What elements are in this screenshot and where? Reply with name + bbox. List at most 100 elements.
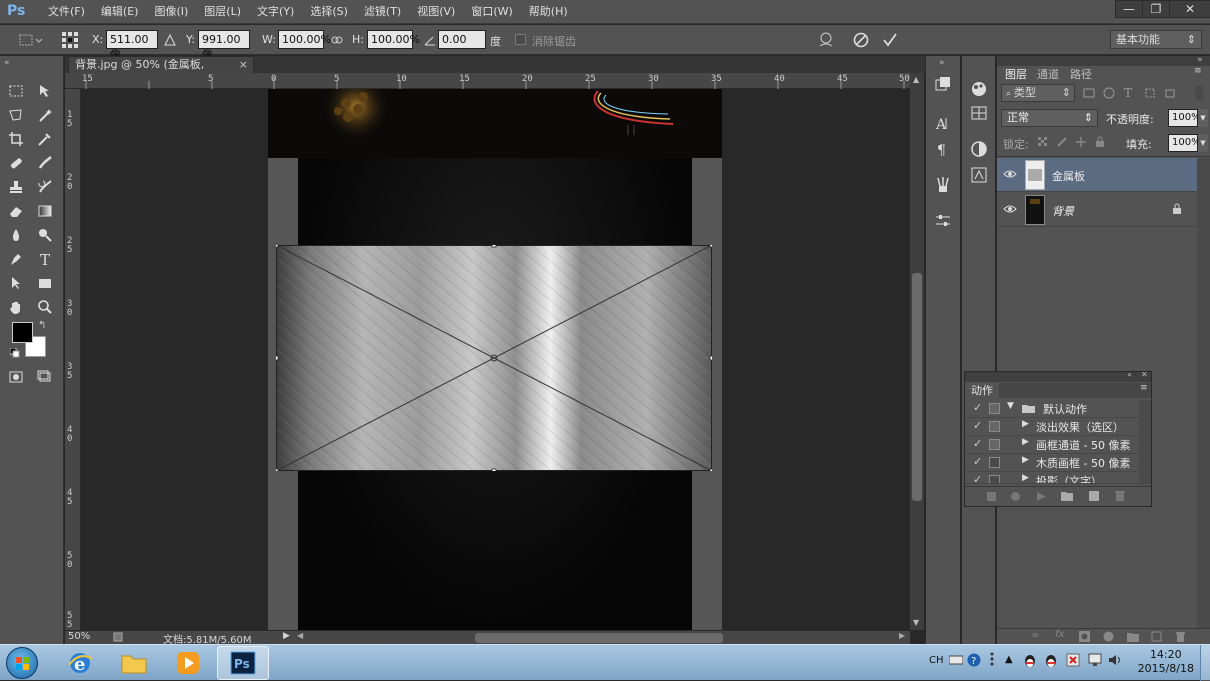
screen-mode-icon[interactable] xyxy=(34,366,56,388)
actions-scrollbar[interactable] xyxy=(1139,400,1151,484)
network-icon[interactable] xyxy=(1088,653,1102,667)
add-mask-icon[interactable] xyxy=(1079,631,1090,642)
filter-toggle[interactable] xyxy=(1195,86,1203,100)
scroll-right-icon[interactable]: ▶ xyxy=(899,631,905,640)
check-icon[interactable]: ✓ xyxy=(973,473,982,483)
move-tool-preset-icon[interactable] xyxy=(18,32,44,48)
brush-tool-icon[interactable] xyxy=(34,152,56,174)
minimize-button[interactable]: — xyxy=(1115,0,1143,18)
document-tab[interactable]: 背景.jpg @ 50% (金属板, RGB/8#) × xyxy=(68,56,254,86)
swap-colors-icon[interactable]: ↰ xyxy=(38,320,46,331)
eye-icon[interactable] xyxy=(1003,203,1017,215)
opacity-dropdown-icon[interactable]: ▼ xyxy=(1198,109,1208,127)
check-icon[interactable]: ✓ xyxy=(973,437,982,450)
input-language[interactable]: CH xyxy=(929,655,944,666)
start-button[interactable] xyxy=(6,647,38,679)
antialias-checkbox[interactable] xyxy=(515,34,526,45)
cancel-transform-icon[interactable] xyxy=(852,31,870,49)
expand-arrow-icon[interactable]: ▶ xyxy=(1022,473,1029,483)
move-tool-icon[interactable] xyxy=(34,80,56,102)
security-icon[interactable] xyxy=(1066,653,1080,667)
angle-field[interactable]: 0.00 xyxy=(438,30,486,49)
delta-icon[interactable] xyxy=(164,34,176,46)
type-tool-icon[interactable]: T xyxy=(34,248,56,270)
scroll-left-icon[interactable]: ◀ xyxy=(297,631,303,640)
tab-actions[interactable]: 动作 xyxy=(965,383,999,398)
path-selection-tool-icon[interactable] xyxy=(5,272,27,294)
workspace-select[interactable]: 基本功能 ⇕ xyxy=(1110,30,1202,49)
scroll-up-icon[interactable]: ▲ xyxy=(913,75,919,84)
expand-arrow-icon[interactable]: ▶ xyxy=(1022,437,1029,447)
stop-icon[interactable] xyxy=(987,492,996,501)
marquee-tool-icon[interactable] xyxy=(5,80,27,102)
action-item[interactable]: ✓ ▶ 淡出效果（选区） xyxy=(965,418,1139,436)
record-icon[interactable] xyxy=(1011,492,1020,501)
check-icon[interactable]: ✓ xyxy=(973,401,982,414)
status-menu-arrow-icon[interactable]: ▶ xyxy=(283,631,290,641)
volume-icon[interactable] xyxy=(1108,653,1122,667)
canvas-vertical-scrollbar[interactable]: ▲ ▼ xyxy=(910,73,924,630)
filter-shape-icon[interactable] xyxy=(1144,87,1156,99)
panel-menu-icon[interactable]: ≡ xyxy=(1194,66,1202,76)
height-field[interactable]: 100.00% xyxy=(367,30,420,49)
eraser-tool-icon[interactable] xyxy=(5,200,27,222)
new-layer-icon[interactable] xyxy=(1151,631,1162,642)
zoom-level[interactable]: 50% xyxy=(68,631,90,642)
check-icon[interactable]: ✓ xyxy=(973,419,982,432)
play-icon[interactable] xyxy=(1037,492,1046,501)
expand-dock-icon[interactable]: » xyxy=(939,58,945,68)
fill-dropdown-icon[interactable]: ▼ xyxy=(1198,134,1208,152)
menu-select[interactable]: 选择(S) xyxy=(302,0,356,24)
menu-type[interactable]: 文字(Y) xyxy=(249,0,302,24)
gradient-tool-icon[interactable] xyxy=(34,200,56,222)
grid-panel-icon[interactable] xyxy=(970,104,988,122)
horizontal-scroll-thumb[interactable] xyxy=(475,633,723,643)
eye-icon[interactable] xyxy=(1003,168,1017,180)
action-item[interactable]: ✓ ▶ 画框通道 - 50 像素 xyxy=(965,436,1139,454)
menu-help[interactable]: 帮助(H) xyxy=(521,0,576,24)
action-item[interactable]: ✓ ▶ 木质画框 - 50 像素 xyxy=(965,454,1139,472)
system-clock[interactable]: 14:20 2015/8/18 xyxy=(1138,648,1194,676)
action-item[interactable]: ✓ ▼ 默认动作 xyxy=(965,400,1139,418)
lock-pixels-icon[interactable] xyxy=(1056,136,1068,148)
menu-layer[interactable]: 图层(L) xyxy=(196,0,249,24)
dodge-tool-icon[interactable] xyxy=(34,224,56,246)
keyboard-icon[interactable] xyxy=(949,655,963,665)
healing-brush-tool-icon[interactable] xyxy=(5,152,27,174)
action-item[interactable]: ✓ ▶ 投影（文字） xyxy=(965,472,1139,484)
zoom-tool-icon[interactable] xyxy=(34,296,56,318)
qq-icon-2[interactable] xyxy=(1044,653,1058,669)
collapse-panel-icon[interactable]: » xyxy=(1197,55,1203,65)
media-player-taskbar-icon[interactable] xyxy=(162,646,214,680)
layer-row-metal[interactable]: 金属板 xyxy=(997,158,1197,192)
filter-pixel-icon[interactable] xyxy=(1083,87,1095,99)
brush-presets-icon[interactable] xyxy=(934,176,952,194)
restore-button[interactable]: ❐ xyxy=(1142,0,1170,18)
new-adjustment-icon[interactable] xyxy=(1103,631,1114,642)
history-panel-icon[interactable] xyxy=(934,76,952,94)
filter-smart-object-icon[interactable] xyxy=(1164,87,1176,99)
delete-action-icon[interactable] xyxy=(1115,491,1125,501)
blend-mode-select[interactable]: 正常 ⇕ xyxy=(1001,109,1098,127)
delete-layer-icon[interactable] xyxy=(1175,631,1186,642)
panel-menu-icon[interactable]: ≡ xyxy=(1140,383,1148,393)
help-icon[interactable]: ? xyxy=(967,653,981,667)
tab-channels[interactable]: 通道 xyxy=(1037,66,1059,81)
menu-file[interactable]: 文件(F) xyxy=(40,0,93,24)
paragraph-panel-icon[interactable]: ¶ xyxy=(934,140,952,158)
warp-icon[interactable] xyxy=(817,31,835,49)
expand-arrow-icon[interactable]: ▶ xyxy=(1022,455,1029,465)
photoshop-taskbar-icon[interactable]: Ps xyxy=(217,646,269,680)
menu-filter[interactable]: 滤镜(T) xyxy=(356,0,409,24)
layer-filter-select[interactable]: ⌕ 类型 ⇕ xyxy=(1001,84,1075,102)
collapse-toolbar-icon[interactable]: « xyxy=(4,58,10,68)
dialog-toggle[interactable] xyxy=(989,403,1000,414)
close-tab-icon[interactable]: × xyxy=(239,57,248,72)
new-action-icon[interactable] xyxy=(1089,491,1099,501)
dialog-toggle[interactable] xyxy=(989,475,1000,483)
lasso-tool-icon[interactable] xyxy=(5,104,27,126)
expand-arrow-icon[interactable]: ▶ xyxy=(1022,419,1029,429)
adjustments-panel-icon[interactable] xyxy=(970,140,988,158)
styles-panel-icon[interactable] xyxy=(970,166,988,184)
actions-title-strip[interactable]: « ✕ xyxy=(965,370,1151,382)
